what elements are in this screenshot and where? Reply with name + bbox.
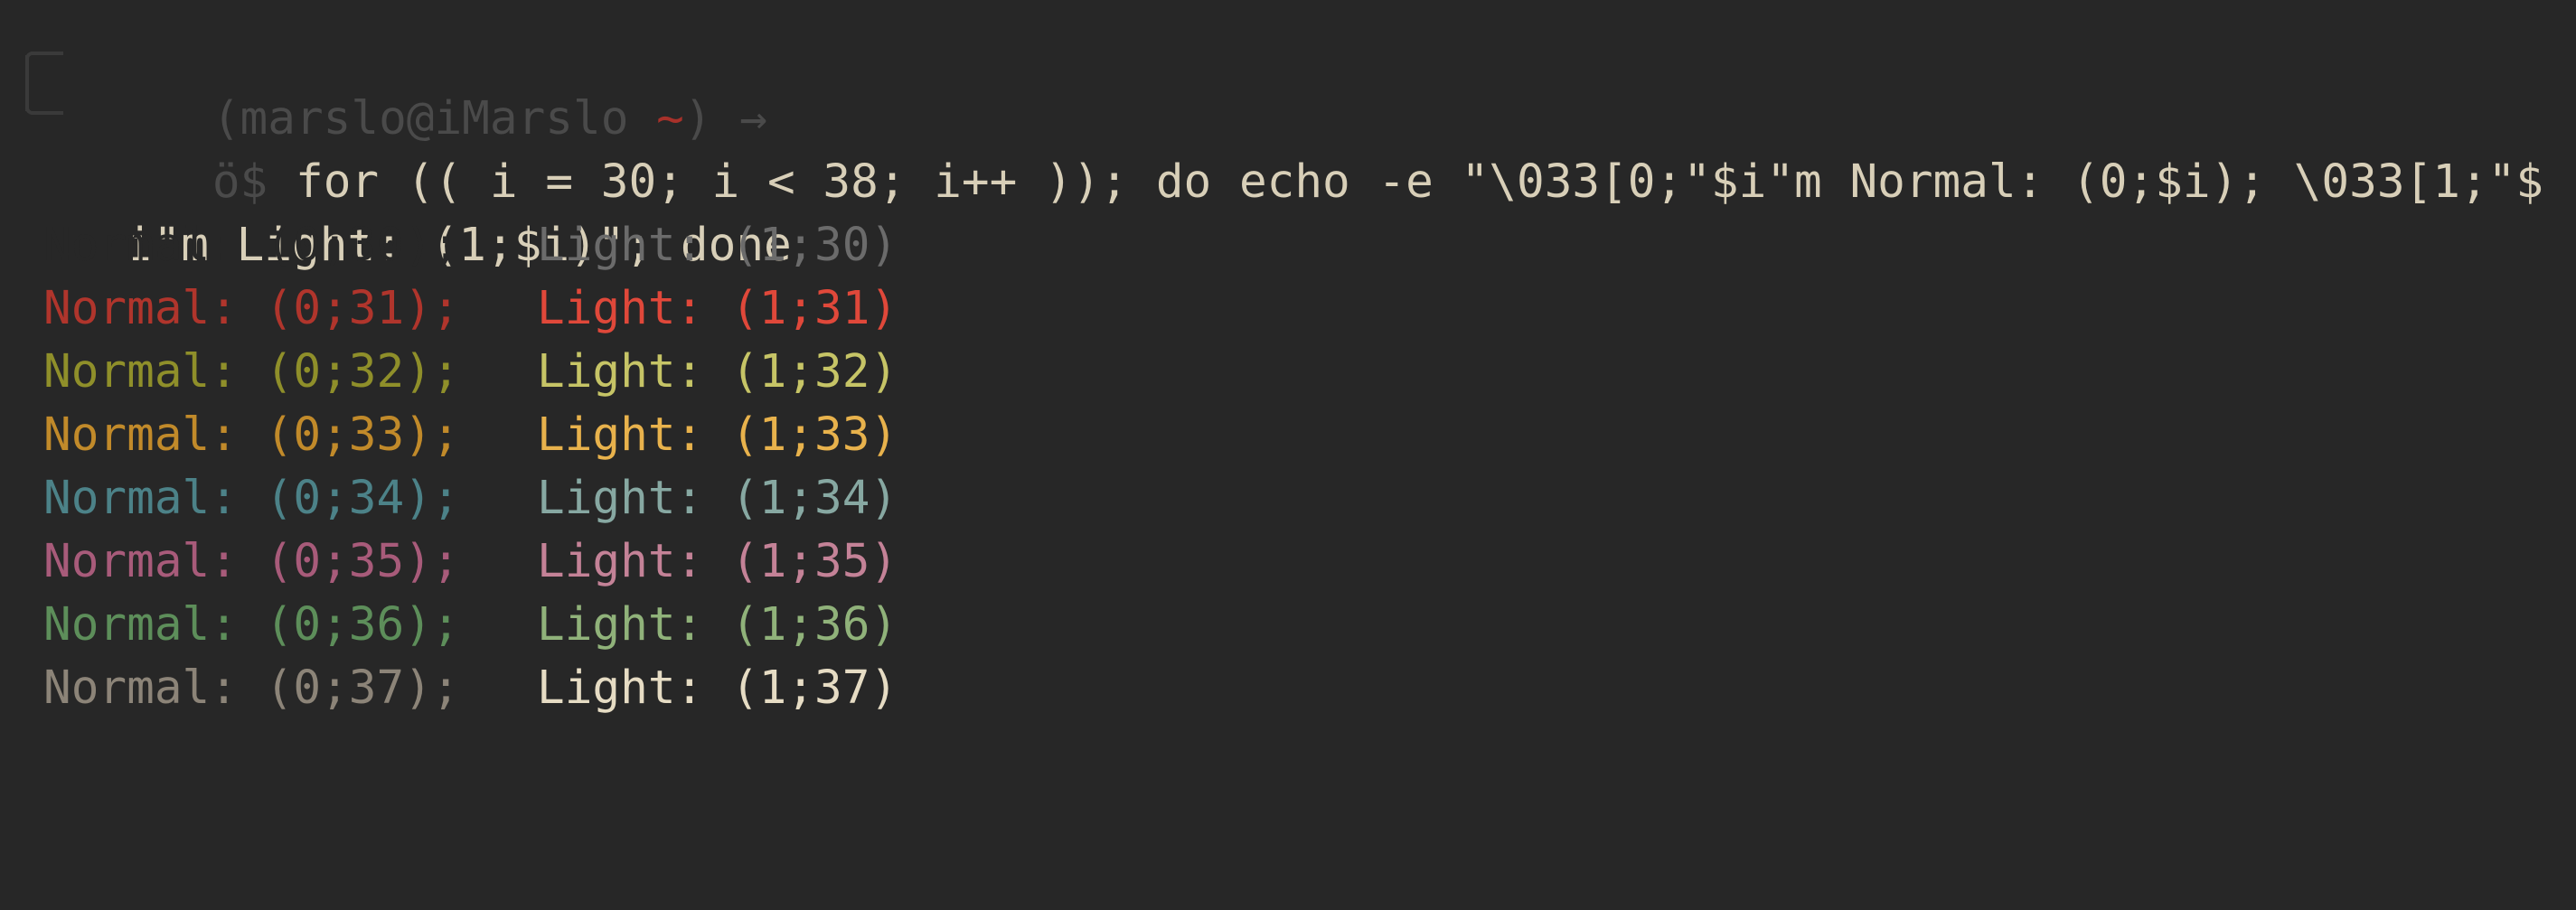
output-normal: Normal: (0;30); (43, 219, 460, 272)
output-normal: Normal: (0;35); (43, 535, 460, 588)
output-row: Normal: (0;31); Light: (1;31) (0, 277, 898, 341)
output-light: Light: (1;37) (537, 661, 898, 715)
prompt-line: (marslo@iMarslo ~) → (101, 24, 767, 145)
terminal-window[interactable]: (marslo@iMarslo ~) → ö$ for (( i = 30; i… (0, 0, 2576, 743)
output-light: Light: (1;32) (537, 345, 898, 399)
output-row: Normal: (0;36); Light: (1;36) (0, 594, 898, 657)
output-light: Light: (1;31) (537, 282, 898, 335)
output-normal: Normal: (0;36); (43, 598, 460, 652)
output-light: Light: (1;35) (537, 535, 898, 588)
prompt-bracket-line (25, 55, 29, 111)
output-row: Normal: (0;33); Light: (1;33) (0, 404, 898, 467)
output-normal: Normal: (0;37); (43, 661, 460, 715)
command-line-2: i"m Light: (1;$i)"; done (14, 151, 792, 272)
output-light: Light: (1;30) (537, 219, 898, 272)
prompt-bracket-top (25, 52, 63, 59)
output-normal: Normal: (0;32); (43, 345, 460, 399)
output-light: Light: (1;36) (537, 598, 898, 652)
output-row: Normal: (0;34); Light: (1;34) (0, 467, 898, 530)
output-row: Normal: (0;35); Light: (1;35) (0, 530, 898, 594)
output-normal: Normal: (0;33); (43, 408, 460, 462)
command-line-1: ö$ for (( i = 30; i < 38; i++ )); do ech… (101, 88, 2543, 209)
prompt-bracket-bottom (25, 108, 63, 115)
output-light: Light: (1;33) (537, 408, 898, 462)
output-light: Light: (1;34) (537, 472, 898, 525)
output-row: Normal: (0;30); Light: (1;30) (0, 214, 898, 277)
output-row: Normal: (0;37); Light: (1;37) (0, 657, 898, 720)
output-row: Normal: (0;32); Light: (1;32) (0, 341, 898, 404)
output-normal: Normal: (0;34); (43, 472, 460, 525)
output-normal: Normal: (0;31); (43, 282, 460, 335)
